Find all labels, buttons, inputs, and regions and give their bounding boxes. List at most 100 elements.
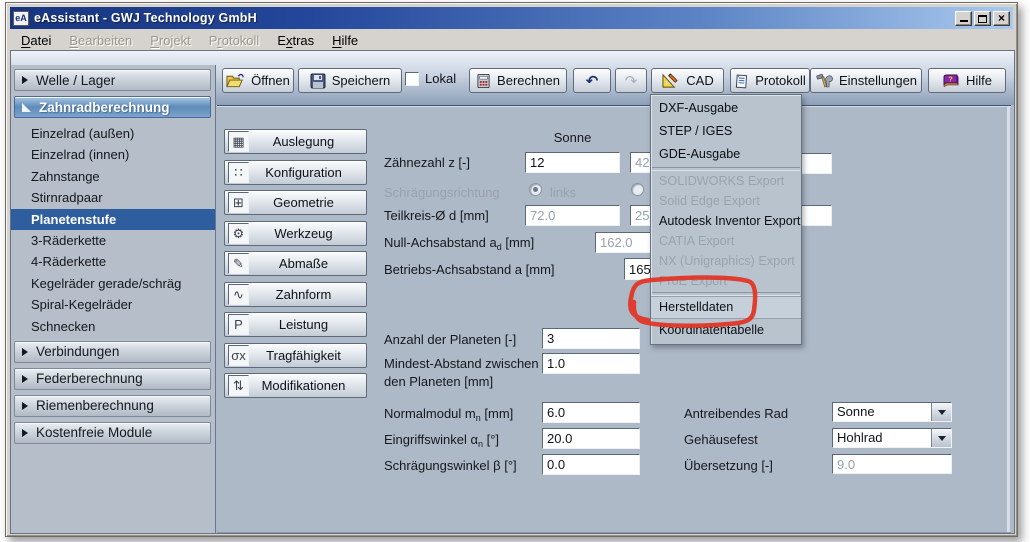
toolbox-modifikationen-button[interactable]: ⇅ Modifikationen	[224, 373, 367, 398]
cad-button[interactable]: CAD	[651, 68, 724, 93]
column-header-sonne: Sonne	[525, 130, 620, 145]
sidebar-item-planetenstufe[interactable]: Planetenstufe	[11, 209, 215, 230]
label-part: Null-Achsabstand a	[384, 235, 497, 250]
menu-item-dxf-ausgabe[interactable]: DXF-Ausgabe	[651, 97, 801, 120]
anzahl-planeten-input[interactable]	[542, 328, 640, 349]
protokoll-button[interactable]: Protokoll	[730, 68, 810, 93]
app-content-area: Öffnen Speichern Lokal Berechnen ↶ ↷ CAD	[10, 50, 1015, 534]
sidebar-item-einzelrad-aussen[interactable]: Einzelrad (außen)	[11, 123, 215, 144]
dropdown-value: Hohlrad	[833, 429, 931, 447]
label-part: rojekt	[159, 33, 191, 48]
redo-button: ↷	[615, 68, 647, 93]
sidebar-item-kegelraeder[interactable]: Kegelräder gerade/schräg	[11, 273, 215, 294]
calculate-button[interactable]: Berechnen	[469, 68, 567, 93]
zaehnezahl-sonne-input[interactable]	[525, 152, 620, 173]
dropdown-button[interactable]	[931, 403, 951, 421]
menu-extras[interactable]: Extras	[268, 31, 323, 50]
minimize-button[interactable]	[955, 11, 972, 26]
label-part: B	[69, 33, 78, 48]
menu-item-step-iges[interactable]: STEP / IGES	[651, 120, 801, 143]
dropdown-value: Sonne	[833, 403, 931, 421]
label-part: [mm]	[502, 235, 535, 250]
settings-button-label: Einstellungen	[839, 73, 917, 88]
normalmodul-label: Normalmodul mn [mm]	[384, 406, 513, 423]
collapsed-triangle-icon	[22, 375, 28, 383]
sidebar-section-federberechnung[interactable]: Federberechnung	[14, 368, 211, 390]
section-label: Zahnradberechnung	[39, 100, 170, 115]
save-button[interactable]: Speichern	[298, 68, 402, 93]
navigation-sidebar: Welle / Lager Zahnradberechnung Einzelra…	[11, 65, 216, 534]
help-button-label: Hilfe	[966, 73, 992, 88]
menu-item-autodesk-inventor-export[interactable]: Autodesk Inventor Export	[651, 211, 801, 231]
anzahl-planeten-label: Anzahl der Planeten [-]	[384, 332, 516, 347]
toolbox-tragfaehigkeit-button[interactable]: σx Tragfähigkeit	[224, 343, 367, 368]
menu-datei[interactable]: Datei	[12, 31, 60, 50]
cad-dropdown-menu: DXF-Ausgabe STEP / IGES GDE-Ausgabe SOLI…	[650, 94, 802, 345]
sidebar-item-3-raederkette[interactable]: 3-Räderkette	[11, 230, 215, 251]
label-part: E	[277, 33, 286, 48]
open-button[interactable]: Öffnen	[222, 68, 294, 93]
toolbox-werkzeug-button[interactable]: ⚙ Werkzeug	[224, 221, 367, 246]
label-part: ilfe	[342, 33, 359, 48]
label-part: [°]	[483, 432, 499, 447]
menu-item-solid-edge-export: Solid Edge Export	[651, 191, 801, 211]
window-controls: ×	[955, 11, 1010, 26]
help-button[interactable]: ? Hilfe	[928, 68, 1006, 93]
menu-item-gde-ausgabe[interactable]: GDE-Ausgabe	[651, 143, 801, 166]
label-part: Eingriffswinkel α	[384, 432, 478, 447]
lokal-checkbox[interactable]	[405, 72, 419, 86]
normalmodul-input[interactable]	[542, 402, 640, 423]
menu-hilfe[interactable]: Hilfe	[323, 31, 367, 50]
title-bar[interactable]: eA eAssistant - GWJ Technology GmbH ×	[10, 7, 1013, 29]
zaehnezahl-label: Zähnezahl z [-]	[384, 155, 470, 170]
links-radio-label: links	[550, 185, 576, 200]
sidebar-section-kostenfreie-module[interactable]: Kostenfreie Module	[14, 422, 211, 444]
sidebar-item-schnecken[interactable]: Schnecken	[11, 316, 215, 337]
sidebar-item-zahnstange[interactable]: Zahnstange	[11, 166, 215, 187]
pencil-chart-icon: ✎	[228, 253, 249, 274]
sidebar-section-verbindungen[interactable]: Verbindungen	[14, 341, 211, 363]
close-button[interactable]: ×	[993, 11, 1010, 26]
schraegungswinkel-input[interactable]	[542, 454, 640, 475]
toolbox-auslegung-button[interactable]: ▦ Auslegung	[224, 129, 367, 154]
toolbox-zahnform-button[interactable]: ∿ Zahnform	[224, 282, 367, 307]
undo-button[interactable]: ↶	[573, 68, 611, 93]
uebersetzung-input	[832, 454, 952, 474]
settings-button[interactable]: Einstellungen	[810, 68, 922, 93]
maximize-button[interactable]	[974, 11, 991, 26]
calculator-icon	[476, 73, 491, 89]
gehaeusefest-dropdown[interactable]: Hohlrad	[832, 428, 952, 448]
toolbox-leistung-button[interactable]: P Leistung	[224, 312, 367, 337]
dropdown-button[interactable]	[931, 429, 951, 447]
panel-edge	[1007, 107, 1010, 532]
menu-item-herstelldaten[interactable]: Herstelldaten	[651, 296, 801, 319]
toolbox-abmasse-button[interactable]: ✎ Abmaße	[224, 251, 367, 276]
power-icon: P	[228, 314, 249, 335]
toolbox-geometrie-button[interactable]: ⊞ Geometrie	[224, 190, 367, 215]
teilkreis-label: Teilkreis-Ø d [mm]	[384, 208, 489, 223]
antreibendes-rad-label: Antreibendes Rad	[684, 406, 788, 421]
sidebar-section-zahnradberechnung[interactable]: Zahnradberechnung	[14, 96, 211, 118]
sidebar-item-4-raederkette[interactable]: 4-Räderkette	[11, 251, 215, 272]
antreibendes-rad-dropdown[interactable]: Sonne	[832, 402, 952, 422]
menu-item-catia-export: CATIA Export	[651, 231, 801, 251]
menu-protokoll: Protokoll	[200, 31, 269, 50]
redo-icon: ↷	[625, 72, 638, 90]
sidebar-item-einzelrad-innen[interactable]: Einzelrad (innen)	[11, 144, 215, 165]
label-part: atei	[30, 33, 51, 48]
eingriffswinkel-label: Eingriffswinkel αn [°]	[384, 432, 499, 449]
sidebar-item-stirnradpaar[interactable]: Stirnradpaar	[11, 187, 215, 208]
menu-item-nx-unigraphics-export: NX (Unigraphics) Export	[651, 251, 801, 271]
sidebar-section-riemenberechnung[interactable]: Riemenberechnung	[14, 395, 211, 417]
menu-item-koordinatentabelle[interactable]: Koordinatentabelle	[651, 319, 801, 342]
save-floppy-icon	[310, 73, 326, 89]
mindest-abstand-input[interactable]	[542, 353, 640, 374]
sidebar-item-spiral-kegelraeder[interactable]: Spiral-Kegelräder	[11, 294, 215, 315]
toolbox-konfiguration-button[interactable]: ∷ Konfiguration	[224, 160, 367, 185]
panel-divider	[217, 532, 1011, 533]
label-part: otokoll	[222, 33, 260, 48]
sidebar-section-welle-lager[interactable]: Welle / Lager	[14, 69, 211, 91]
eingriffswinkel-input[interactable]	[542, 428, 640, 449]
label-part: earbeiten	[78, 33, 132, 48]
schraegungsrichtung-label: Schrägungsrichtung	[384, 185, 500, 200]
